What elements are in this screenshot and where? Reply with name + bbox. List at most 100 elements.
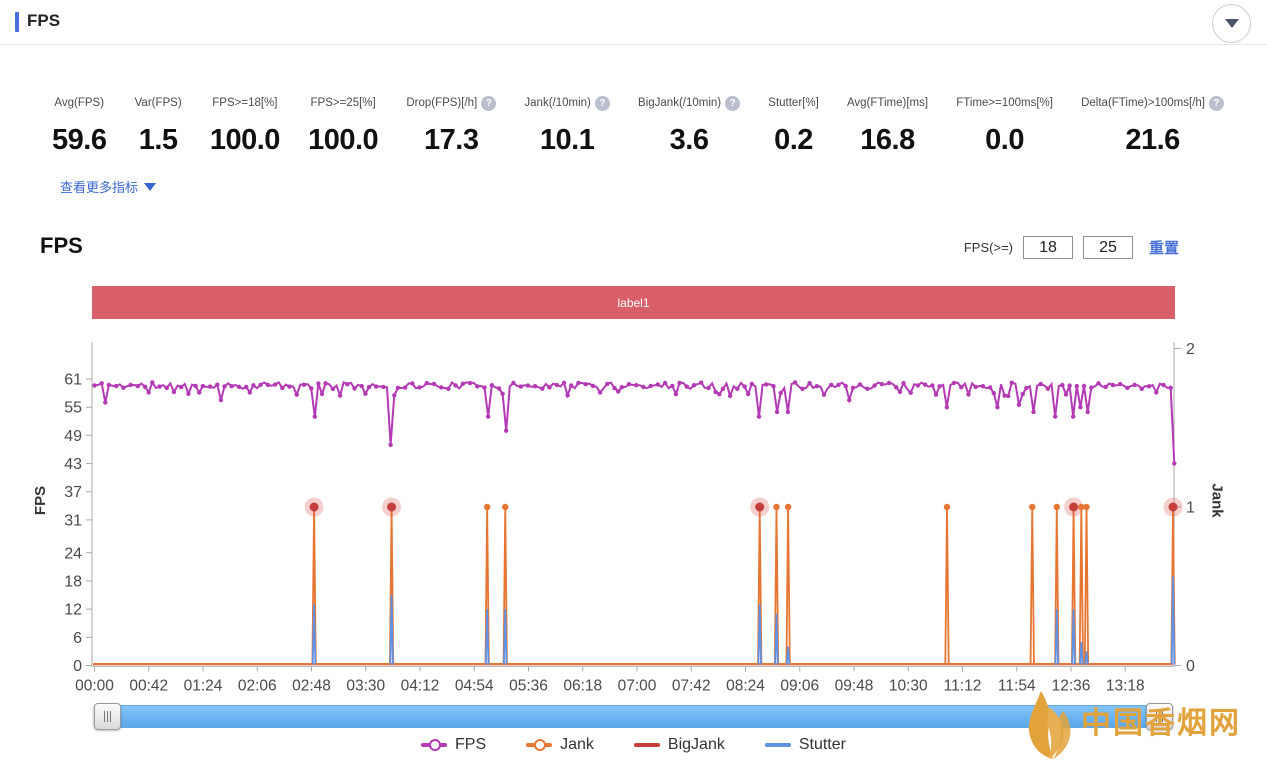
svg-text:31: 31 <box>64 512 82 529</box>
fps-max-input[interactable] <box>1083 236 1133 259</box>
fps-threshold-label: FPS(>=) <box>964 240 1013 255</box>
legend-marker <box>634 743 660 747</box>
svg-text:12:36: 12:36 <box>1052 678 1091 695</box>
metric-value: 16.8 <box>847 124 928 157</box>
svg-text:1: 1 <box>1186 500 1195 517</box>
svg-text:08:24: 08:24 <box>726 678 765 695</box>
scrollbar-handle-right[interactable] <box>1146 703 1173 730</box>
metric-label: FPS>=25[%] <box>311 97 376 109</box>
metric-label: Avg(FPS) <box>54 97 104 109</box>
metric-1: Var(FPS)1.5 <box>131 90 186 157</box>
svg-text:09:48: 09:48 <box>835 678 874 695</box>
svg-text:11:54: 11:54 <box>998 678 1036 695</box>
svg-text:0: 0 <box>73 658 82 675</box>
metric-value: 0.0 <box>956 124 1053 157</box>
svg-text:2: 2 <box>1186 341 1195 358</box>
svg-text:04:12: 04:12 <box>401 678 440 695</box>
svg-text:18: 18 <box>64 573 82 590</box>
more-metrics-label: 查看更多指标 <box>60 177 138 196</box>
svg-text:09:06: 09:06 <box>780 678 819 695</box>
metric-8: Avg(FTime)[ms]16.8 <box>843 90 932 157</box>
metric-value: 17.3 <box>406 124 496 157</box>
legend-item-stutter[interactable]: Stutter <box>765 736 846 754</box>
more-metrics-link[interactable]: 查看更多指标 <box>60 177 156 196</box>
metric-0: Avg(FPS)59.6 <box>48 90 110 157</box>
reset-button[interactable]: 重置 <box>1149 237 1179 258</box>
svg-text:07:42: 07:42 <box>672 678 711 695</box>
svg-text:00:00: 00:00 <box>75 678 114 695</box>
metric-label: BigJank(/10min) <box>638 97 721 109</box>
help-icon[interactable]: ? <box>595 96 610 111</box>
jank-axis-title: Jank <box>1209 483 1226 517</box>
legend-label: Jank <box>560 736 594 754</box>
metric-value: 21.6 <box>1081 124 1224 157</box>
metric-5: Jank(/10min)? 10.1 <box>520 90 613 157</box>
svg-text:12: 12 <box>64 602 82 619</box>
metric-label: Jank(/10min) <box>524 97 590 109</box>
svg-text:01:24: 01:24 <box>184 678 223 695</box>
svg-text:55: 55 <box>64 400 82 417</box>
collapse-button[interactable] <box>1212 4 1251 43</box>
fps-chart[interactable]: 6155494337312418126021000:0000:4201:2402… <box>0 330 1267 706</box>
grip-icon <box>1156 711 1157 722</box>
metric-label: Drop(FPS)[/h] <box>406 97 477 109</box>
help-icon[interactable]: ? <box>725 96 740 111</box>
metric-value: 100.0 <box>210 124 280 157</box>
metric-2: FPS>=18[%]100.0 <box>206 90 284 157</box>
fps-min-input[interactable] <box>1023 236 1073 259</box>
metric-6: BigJank(/10min)? 3.6 <box>634 90 744 157</box>
metric-label: Var(FPS) <box>135 97 182 109</box>
metric-4: Drop(FPS)[/h]? 17.3 <box>402 90 500 157</box>
svg-text:0: 0 <box>1186 658 1195 675</box>
perf-report-page: FPS Avg(FPS)59.6 Var(FPS)1.5 FPS>=18[%]100… <box>0 0 1267 767</box>
legend-label: Stutter <box>799 736 846 754</box>
svg-text:61: 61 <box>64 372 82 389</box>
legend-marker <box>421 743 447 747</box>
legend-item-jank[interactable]: Jank <box>526 736 594 754</box>
label-banner-text: label1 <box>617 296 649 310</box>
metric-label: Stutter[%] <box>768 97 819 109</box>
section-title: FPS <box>40 233 83 259</box>
metric-3: FPS>=25[%] 100.0 <box>304 90 382 157</box>
label-banner[interactable]: label1 <box>92 286 1175 319</box>
metric-label: Delta(FTime)>100ms[/h] <box>1081 97 1205 109</box>
svg-text:43: 43 <box>64 456 82 473</box>
metric-value: 10.1 <box>524 124 609 157</box>
metric-value: 0.2 <box>768 124 819 157</box>
svg-text:6: 6 <box>73 630 82 647</box>
header: FPS <box>0 0 1267 45</box>
svg-text:02:48: 02:48 <box>292 678 331 695</box>
svg-text:11:12: 11:12 <box>944 678 982 695</box>
svg-text:02:06: 02:06 <box>238 678 277 695</box>
svg-text:07:00: 07:00 <box>618 678 657 695</box>
legend-item-bigjank[interactable]: BigJank <box>634 736 725 754</box>
chevron-down-icon <box>1225 19 1239 28</box>
svg-text:06:18: 06:18 <box>563 678 602 695</box>
svg-text:00:42: 00:42 <box>129 678 168 695</box>
metric-value: 3.6 <box>638 124 740 157</box>
metric-label: FTime>=100ms[%] <box>956 97 1053 109</box>
metric-value: 100.0 <box>308 124 378 157</box>
title-accent-bar <box>15 12 19 32</box>
fps-axis-title: FPS <box>32 486 49 515</box>
legend-item-fps[interactable]: FPS <box>421 736 486 754</box>
metric-9: FTime>=100ms[%] 0.0 <box>952 90 1057 157</box>
legend-marker <box>526 743 552 747</box>
metric-10: Delta(FTime)>100ms[/h]? 21.6 <box>1077 90 1228 157</box>
grip-icon <box>104 711 105 722</box>
svg-text:10:30: 10:30 <box>889 678 928 695</box>
help-icon[interactable]: ? <box>481 96 496 111</box>
scrollbar-bar[interactable] <box>118 705 1148 728</box>
svg-text:49: 49 <box>64 428 82 445</box>
scrollbar-handle-left[interactable] <box>94 703 121 730</box>
help-icon[interactable]: ? <box>1209 96 1224 111</box>
legend-label: BigJank <box>668 736 725 754</box>
legend-marker <box>765 743 791 747</box>
metric-7: Stutter[%] 0.2 <box>764 90 823 157</box>
svg-text:24: 24 <box>64 545 82 562</box>
page-title: FPS <box>27 11 60 31</box>
chart-legend: FPS Jank BigJank Stutter <box>0 736 1267 754</box>
triangle-down-icon <box>144 183 156 191</box>
svg-text:03:30: 03:30 <box>346 678 385 695</box>
svg-text:04:54: 04:54 <box>455 678 494 695</box>
